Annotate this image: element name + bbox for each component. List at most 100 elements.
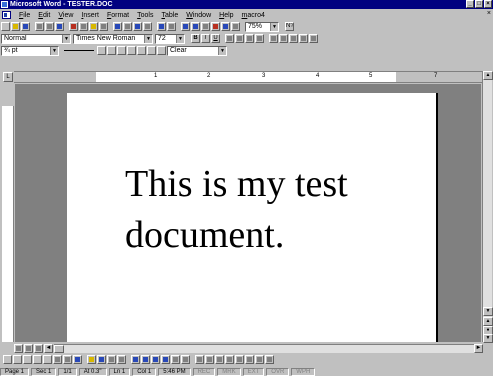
justify-icon[interactable] bbox=[255, 34, 264, 43]
paste-icon[interactable] bbox=[89, 22, 98, 31]
no-border-icon[interactable] bbox=[157, 46, 166, 55]
arc-tool-icon[interactable] bbox=[33, 355, 42, 364]
print-icon[interactable] bbox=[35, 22, 44, 31]
show-hide-icon[interactable] bbox=[231, 22, 240, 31]
shading-select[interactable]: Clear ▼ bbox=[167, 45, 227, 56]
document-icon[interactable] bbox=[2, 11, 11, 19]
line-weight-select[interactable]: ¾ pt ▼ bbox=[1, 45, 59, 56]
rectangle-tool-icon[interactable] bbox=[13, 355, 22, 364]
menu-edit[interactable]: Edit bbox=[34, 12, 54, 19]
chevron-down-icon[interactable]: ▼ bbox=[50, 46, 58, 55]
snap-to-grid-icon[interactable] bbox=[235, 355, 244, 364]
font-size-select[interactable]: 72 ▼ bbox=[155, 33, 185, 44]
bottom-border-icon[interactable] bbox=[107, 46, 116, 55]
outside-border-icon[interactable] bbox=[147, 46, 156, 55]
word-app-icon[interactable] bbox=[1, 1, 8, 8]
drawing-icon[interactable] bbox=[211, 22, 220, 31]
chevron-down-icon[interactable]: ▼ bbox=[144, 34, 152, 43]
menu-file[interactable]: File bbox=[15, 12, 34, 19]
align-drawing-icon[interactable] bbox=[245, 355, 254, 364]
send-behind-text-icon[interactable] bbox=[161, 355, 170, 364]
rotate-right-icon[interactable] bbox=[215, 355, 224, 364]
right-border-icon[interactable] bbox=[127, 46, 136, 55]
callout-icon[interactable] bbox=[63, 355, 72, 364]
menu-view[interactable]: View bbox=[54, 12, 77, 19]
print-preview-icon[interactable] bbox=[45, 22, 54, 31]
open-folder-icon[interactable] bbox=[11, 22, 20, 31]
decrease-indent-icon[interactable] bbox=[289, 34, 298, 43]
group-icon[interactable] bbox=[171, 355, 180, 364]
document-text[interactable]: This is my test document. bbox=[125, 159, 425, 261]
bullets-icon[interactable] bbox=[279, 34, 288, 43]
vertical-scrollbar[interactable]: ▲ ▼ ▲ ● ▼ bbox=[482, 71, 493, 343]
document-close-button[interactable]: × bbox=[487, 10, 491, 17]
cut-icon[interactable] bbox=[69, 22, 78, 31]
align-center-icon[interactable] bbox=[235, 34, 244, 43]
underline-button[interactable]: U bbox=[211, 34, 220, 43]
scroll-left-icon[interactable]: ◄ bbox=[44, 343, 53, 353]
undo-dropdown-icon[interactable] bbox=[123, 22, 132, 31]
tab-selector[interactable]: L bbox=[3, 72, 13, 82]
redo-dropdown-icon[interactable] bbox=[143, 22, 152, 31]
align-left-icon[interactable] bbox=[225, 34, 234, 43]
borders-icon[interactable] bbox=[309, 34, 318, 43]
chevron-down-icon[interactable]: ▼ bbox=[62, 34, 70, 43]
insert-chart-icon[interactable] bbox=[221, 22, 230, 31]
scroll-down-icon[interactable]: ▼ bbox=[483, 307, 493, 316]
horizontal-ruler[interactable]: 1 2 3 4 5 7 bbox=[14, 71, 484, 83]
help-button[interactable]: N? bbox=[285, 22, 294, 31]
status-ext[interactable]: EXT bbox=[242, 367, 265, 376]
previous-page-icon[interactable]: ▲ bbox=[483, 317, 493, 326]
chevron-down-icon[interactable]: ▼ bbox=[176, 34, 184, 43]
status-ovr[interactable]: OVR bbox=[266, 367, 290, 376]
left-border-icon[interactable] bbox=[117, 46, 126, 55]
menu-tools[interactable]: Tools bbox=[133, 12, 157, 19]
scroll-right-icon[interactable]: ► bbox=[474, 343, 483, 353]
format-painter-icon[interactable] bbox=[99, 22, 108, 31]
undo-icon[interactable] bbox=[113, 22, 122, 31]
copy-icon[interactable] bbox=[79, 22, 88, 31]
new-document-icon[interactable] bbox=[1, 22, 10, 31]
zoom-select[interactable]: 75% ▼ bbox=[245, 21, 279, 32]
text-box-icon[interactable] bbox=[53, 355, 62, 364]
format-callout-icon[interactable] bbox=[73, 355, 82, 364]
spelling-icon[interactable] bbox=[55, 22, 64, 31]
top-border-icon[interactable] bbox=[97, 46, 106, 55]
menu-insert[interactable]: Insert bbox=[77, 12, 103, 19]
line-tool-icon[interactable] bbox=[3, 355, 12, 364]
minimize-button[interactable]: _ bbox=[466, 0, 474, 8]
bring-to-front-icon[interactable] bbox=[131, 355, 140, 364]
select-objects-icon[interactable] bbox=[117, 355, 126, 364]
flip-vertical-icon[interactable] bbox=[205, 355, 214, 364]
line-style-tool-icon[interactable] bbox=[107, 355, 116, 364]
autoformat-icon[interactable] bbox=[157, 22, 166, 31]
menu-table[interactable]: Table bbox=[157, 12, 182, 19]
inside-border-icon[interactable] bbox=[137, 46, 146, 55]
page-layout-view-icon[interactable] bbox=[24, 343, 33, 353]
ungroup-icon[interactable] bbox=[181, 355, 190, 364]
align-right-icon[interactable] bbox=[245, 34, 254, 43]
outline-view-icon[interactable] bbox=[34, 343, 43, 353]
scroll-thumb[interactable] bbox=[54, 344, 64, 353]
reshape-icon[interactable] bbox=[225, 355, 234, 364]
status-rec[interactable]: REC bbox=[192, 367, 216, 376]
italic-button[interactable]: I bbox=[201, 34, 210, 43]
columns-icon[interactable] bbox=[201, 22, 210, 31]
menu-window[interactable]: Window bbox=[182, 12, 215, 19]
redo-icon[interactable] bbox=[133, 22, 142, 31]
increase-indent-icon[interactable] bbox=[299, 34, 308, 43]
menu-help[interactable]: Help bbox=[215, 12, 237, 19]
address-book-icon[interactable] bbox=[167, 22, 176, 31]
font-select[interactable]: Times New Roman ▼ bbox=[73, 33, 153, 44]
style-select[interactable]: Normal ▼ bbox=[1, 33, 71, 44]
save-icon[interactable] bbox=[21, 22, 30, 31]
send-to-back-icon[interactable] bbox=[141, 355, 150, 364]
menu-macro4[interactable]: macro4 bbox=[238, 12, 269, 19]
freeform-tool-icon[interactable] bbox=[43, 355, 52, 364]
maximize-button[interactable]: □ bbox=[475, 0, 483, 8]
create-picture-icon[interactable] bbox=[255, 355, 264, 364]
status-mrk[interactable]: MRK bbox=[217, 367, 241, 376]
normal-view-icon[interactable] bbox=[14, 343, 23, 353]
insert-frame-icon[interactable] bbox=[265, 355, 274, 364]
fill-color-icon[interactable] bbox=[87, 355, 96, 364]
